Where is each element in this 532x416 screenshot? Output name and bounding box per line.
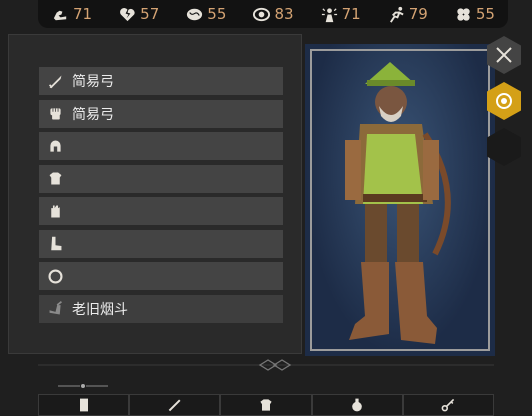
armor-stand-icon: [79, 398, 88, 412]
stat-value: 79: [408, 5, 428, 23]
side-buttons: [487, 36, 527, 174]
slot-offhand[interactable]: 简易弓: [38, 98, 284, 129]
slot-feet[interactable]: [38, 228, 284, 259]
armor-icon: [260, 399, 272, 411]
slot-head[interactable]: [38, 131, 284, 161]
ring-icon: [48, 268, 63, 284]
broken-heart-icon: [120, 7, 135, 21]
stat-value: 55: [475, 5, 495, 23]
slot-hands[interactable]: [38, 196, 284, 226]
runner-icon: [389, 6, 404, 23]
clover-icon: [457, 7, 470, 21]
empty-hex-button[interactable]: [487, 128, 521, 166]
stat-strength: 71: [51, 5, 92, 24]
sword-icon: [48, 75, 62, 88]
pipe-icon: [49, 301, 62, 315]
stat-value: 71: [73, 5, 93, 23]
tab-weapons[interactable]: [129, 394, 221, 416]
tab-ornament: [58, 384, 108, 388]
stat-perception: 83: [252, 5, 294, 24]
divider-ornament: [258, 359, 292, 371]
eye-icon: [253, 7, 271, 21]
slot-label: 简易弓: [72, 74, 114, 90]
glove-icon: [51, 205, 60, 217]
fist-icon: [50, 108, 61, 120]
equipment-slots: 简易弓 简易弓 老旧烟斗: [38, 66, 284, 326]
slot-label: 老旧烟斗: [72, 301, 128, 318]
tab-potions[interactable]: [311, 394, 403, 416]
character-portrait: [305, 44, 495, 356]
stat-charisma: 71: [320, 5, 361, 24]
tab-equipment[interactable]: [38, 394, 130, 416]
target-icon: [496, 93, 512, 109]
crossed-arrows-button[interactable]: [487, 36, 521, 74]
slot-label: 简易弓: [72, 106, 114, 123]
helmet-icon: [50, 140, 61, 152]
stat-value: 71: [341, 5, 361, 23]
tab-armor[interactable]: [220, 394, 312, 416]
target-button[interactable]: [487, 82, 521, 120]
portrait-frame: [310, 49, 490, 351]
boot-icon: [51, 236, 62, 251]
potion-icon: [352, 398, 363, 412]
sword-icon: [168, 399, 181, 412]
stat-value: 83: [274, 5, 294, 23]
stat-agility: 79: [387, 5, 428, 24]
spark-person-icon: [321, 7, 337, 22]
slot-trinket[interactable]: 老旧烟斗: [38, 293, 284, 324]
armor-icon: [49, 172, 62, 185]
stat-intellect: 55: [185, 5, 226, 24]
tab-keys[interactable]: [402, 394, 495, 416]
stat-value: 57: [140, 5, 160, 23]
bottom-tabs: [38, 394, 495, 416]
stat-heart: 57: [118, 5, 159, 24]
stat-luck: 55: [454, 5, 495, 24]
stats-bar: 71 57 55 83 71 79 55: [38, 0, 508, 28]
stat-value: 55: [207, 5, 227, 23]
key-icon: [442, 398, 455, 412]
strength-icon: [53, 10, 67, 20]
crossed-arrows-icon: [496, 47, 512, 63]
slot-weapon[interactable]: 简易弓: [38, 66, 284, 96]
brain-icon: [187, 8, 203, 20]
slot-body[interactable]: [38, 163, 284, 194]
slot-ring[interactable]: [38, 261, 284, 291]
